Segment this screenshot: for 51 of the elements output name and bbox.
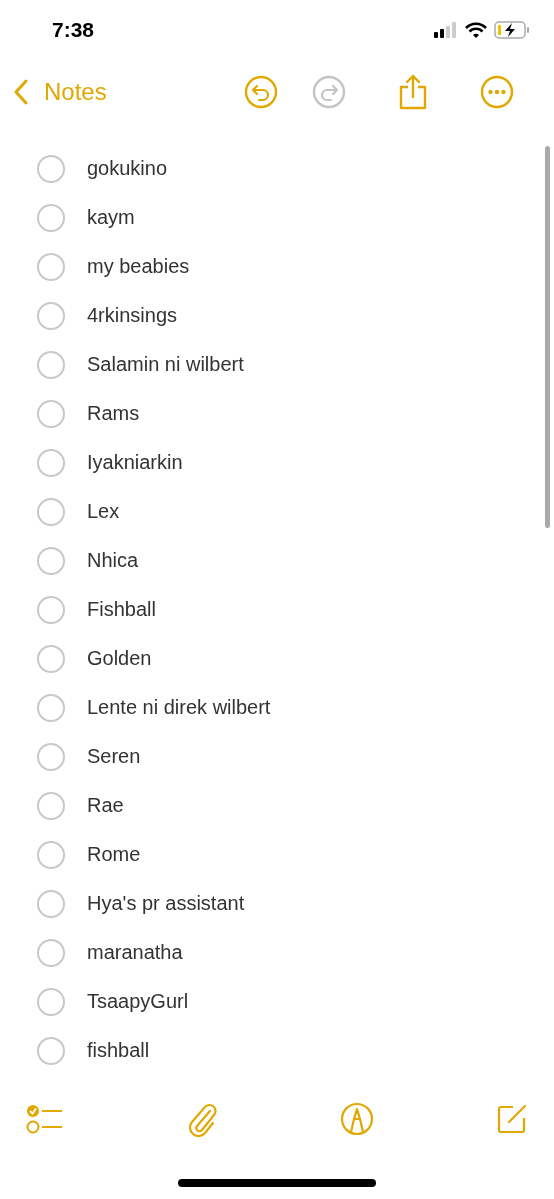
checkbox[interactable]: [37, 644, 65, 673]
checklist-item: Lex: [87, 500, 120, 523]
checkbox[interactable]: [37, 595, 65, 624]
checkbox[interactable]: [37, 791, 65, 820]
checkbox[interactable]: [37, 938, 65, 967]
checkbox[interactable]: [37, 693, 65, 722]
checklist-item: 4rkinsings: [87, 304, 178, 327]
checkbox[interactable]: [37, 203, 65, 232]
attach-button[interactable]: [186, 1101, 218, 1137]
back-button[interactable]: Notes: [14, 78, 107, 106]
checklist-item: Fishball: [87, 598, 156, 621]
share-button[interactable]: [398, 74, 428, 110]
checkbox[interactable]: [37, 889, 65, 918]
checkbox[interactable]: [37, 742, 65, 771]
checklist-item: gokukino: [87, 157, 168, 180]
checkbox[interactable]: [37, 154, 65, 183]
compose-button[interactable]: [496, 1103, 528, 1135]
checklist-item: my beabies: [87, 255, 190, 278]
undo-button[interactable]: [244, 75, 278, 109]
checkbox[interactable]: [37, 448, 65, 477]
checkbox[interactable]: [37, 497, 65, 526]
checkbox[interactable]: [37, 546, 65, 575]
checklist-button[interactable]: [26, 1104, 64, 1134]
checkbox[interactable]: [37, 987, 65, 1016]
checkbox[interactable]: [37, 252, 65, 281]
checklist-item: Iyakniarkin: [87, 451, 183, 474]
status-time: 7:38: [52, 18, 95, 42]
checklist-item: Golden: [87, 647, 152, 670]
checkbox[interactable]: [37, 301, 65, 330]
checkbox[interactable]: [37, 399, 65, 428]
checklist-item: fishball: [87, 1039, 150, 1062]
checklist-item: Lente ni direk wilbert: [87, 696, 271, 719]
checkbox[interactable]: [37, 840, 65, 869]
checklist-item: maranatha: [87, 941, 183, 964]
checklist-item: Salamin ni wilbert: [87, 353, 244, 376]
checklist-item: TsaapyGurl: [87, 990, 189, 1013]
battery-charging-icon: [494, 21, 530, 39]
checkbox[interactable]: [37, 1036, 65, 1065]
checklist-item: kaym: [87, 206, 135, 229]
checklist-item: Rae: [87, 794, 124, 817]
checkbox[interactable]: [37, 350, 65, 379]
checklist-item: Rams: [87, 402, 140, 425]
chevron-left-icon: [14, 79, 28, 105]
wifi-icon: [465, 22, 487, 38]
checklist-item: Rome: [87, 843, 141, 866]
signal-icon: [434, 22, 458, 38]
checklist-item: Nhica: [87, 549, 139, 572]
checklist-item: Seren: [87, 745, 141, 768]
checklist-item: Hya's pr assistant: [87, 892, 245, 915]
markup-button[interactable]: [340, 1102, 374, 1136]
more-button[interactable]: [480, 75, 514, 109]
